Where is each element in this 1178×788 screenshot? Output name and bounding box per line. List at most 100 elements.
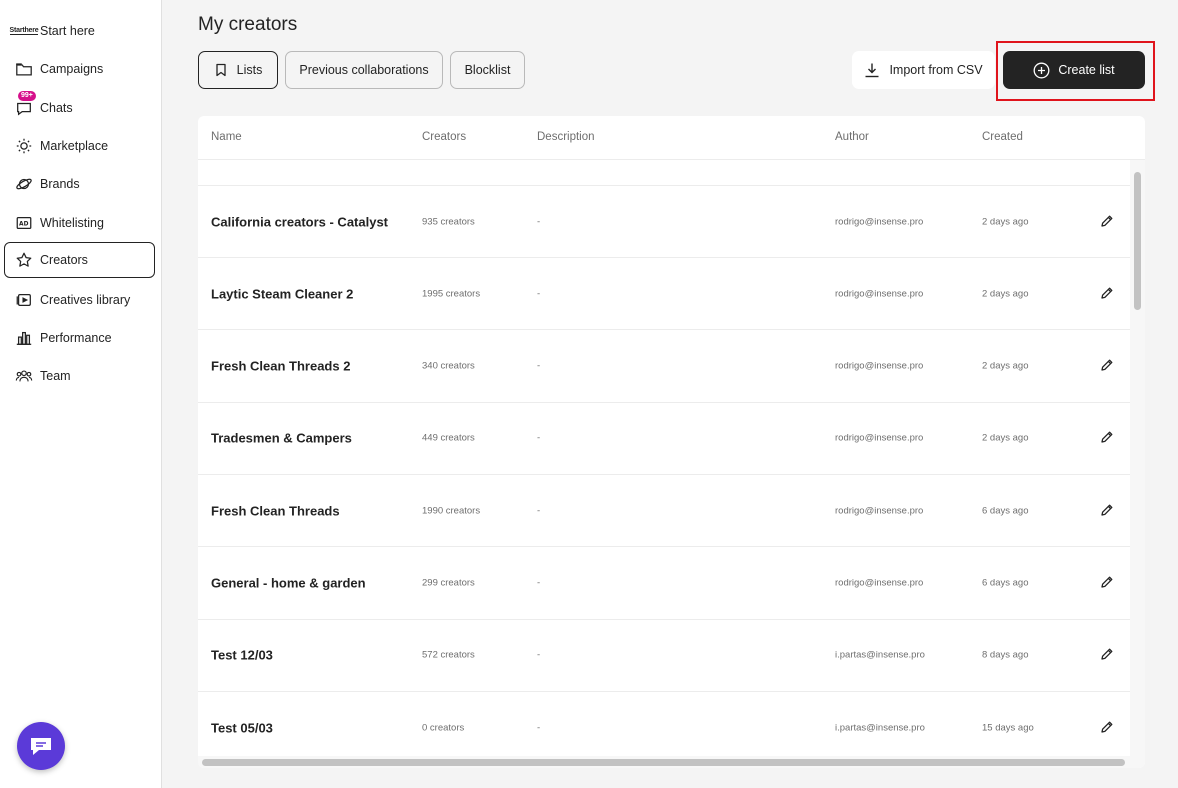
bar-chart-icon	[14, 328, 34, 348]
sidebar-item-start-here[interactable]: Start here Start here	[4, 13, 155, 49]
import-csv-button[interactable]: Import from CSV	[852, 51, 995, 89]
list-author: rodrigo@insense.pro	[835, 216, 924, 227]
video-library-icon	[14, 290, 34, 310]
list-description: -	[537, 577, 541, 589]
creators-count: 299 creators	[422, 577, 475, 589]
list-created: 15 days ago	[982, 722, 1034, 734]
sidebar-item-team[interactable]: Team	[4, 358, 155, 394]
table-row[interactable]: California creators - Catalyst 935 creato…	[198, 186, 1130, 258]
column-header-author[interactable]: Author	[835, 131, 869, 143]
list-author: rodrigo@insense.pro	[835, 432, 924, 444]
support-chat-button[interactable]	[17, 722, 65, 770]
edit-list-button[interactable]	[1100, 575, 1116, 591]
sidebar-item-performance[interactable]: Performance	[4, 320, 155, 356]
table-row[interactable]: Fresh Clean Threads 1990 creators - rodrigo…	[198, 475, 1130, 548]
edit-list-button[interactable]	[1100, 358, 1116, 374]
sidebar-item-label: Marketplace	[40, 139, 109, 153]
ad-icon: AD	[14, 213, 34, 233]
column-header-creators[interactable]: Creators	[422, 131, 466, 143]
table-header: Name Creators Description Author Created	[198, 116, 1145, 160]
pencil-icon	[1101, 648, 1113, 660]
table-row[interactable]: Laytic Steam Cleaner 2 1995 creators - rodr…	[198, 258, 1130, 331]
sidebar-item-label: Performance	[40, 331, 112, 345]
sun-icon	[14, 136, 34, 156]
edit-list-button[interactable]	[1100, 647, 1116, 663]
list-name[interactable]: Test 05/03	[211, 720, 273, 735]
table-row[interactable]: Test 05/03 0 creators - i.partas@insense.pr…	[198, 692, 1130, 765]
list-author: rodrigo@insense.pro	[835, 360, 924, 372]
tab-label: Lists	[236, 63, 263, 77]
chat-icon: 99+	[14, 91, 36, 118]
list-name[interactable]: Tradesmen & Campers	[211, 431, 352, 446]
sidebar-item-chats[interactable]: 99+ Chats	[4, 90, 155, 126]
creators-count: 1990 creators	[422, 505, 481, 517]
folder-icon	[14, 59, 34, 79]
sidebar-item-label: Creatives library	[40, 293, 131, 307]
list-author: rodrigo@insense.pro	[835, 577, 924, 589]
list-name[interactable]: Fresh Clean Threads 2	[211, 359, 350, 374]
edit-list-button[interactable]	[1100, 286, 1116, 302]
edit-list-button[interactable]	[1100, 720, 1116, 736]
table-row[interactable]: Test 12/03 572 creators - i.partas@insense.…	[198, 620, 1130, 692]
list-description: -	[537, 722, 541, 734]
table-row[interactable]: Fresh Clean Threads 2 340 creators - rodrig…	[198, 331, 1130, 403]
list-name[interactable]: Fresh Clean Threads	[211, 503, 340, 518]
table-row[interactable]	[198, 160, 1130, 186]
list-created: 6 days ago	[982, 505, 1029, 517]
pencil-icon	[1101, 359, 1113, 371]
column-header-description[interactable]: Description	[537, 131, 595, 143]
creator-lists-table: Name Creators Description Author Created…	[198, 116, 1145, 768]
tab-label: Blocklist	[464, 63, 511, 77]
list-created: 8 days ago	[982, 649, 1029, 661]
list-description: -	[537, 649, 541, 661]
edit-list-button[interactable]	[1100, 214, 1116, 230]
edit-list-button[interactable]	[1100, 503, 1116, 519]
sidebar-item-campaigns[interactable]: Campaigns	[4, 51, 155, 87]
sidebar-item-creatives-library[interactable]: Creatives library	[4, 282, 155, 318]
sidebar-item-label: Campaigns	[40, 62, 104, 76]
sidebar-item-label: Whitelisting	[40, 216, 104, 230]
pencil-icon	[1101, 504, 1113, 516]
horizontal-scrollbar-thumb[interactable]	[202, 759, 1125, 766]
creators-count: 1995 creators	[422, 288, 481, 300]
pencil-icon	[1101, 287, 1113, 299]
creators-count: 340 creators	[422, 360, 475, 372]
sidebar-item-marketplace[interactable]: Marketplace	[4, 128, 155, 164]
sidebar-item-creators[interactable]: Creators	[4, 242, 155, 278]
sidebar-item-label: Brands	[40, 177, 80, 191]
bookmark-icon	[215, 63, 226, 77]
list-author: rodrigo@insense.pro	[835, 505, 924, 517]
list-name[interactable]: Test 12/03	[211, 648, 273, 663]
pencil-icon	[1101, 721, 1113, 733]
edit-list-button[interactable]	[1100, 430, 1116, 446]
tab-previous-collaborations[interactable]: Previous collaborations	[285, 51, 443, 89]
creators-count: 0 creators	[422, 722, 465, 734]
list-description: -	[537, 432, 541, 444]
list-created: 2 days ago	[982, 216, 1029, 227]
column-header-name[interactable]: Name	[211, 131, 242, 143]
chats-badge: 99+	[18, 91, 36, 101]
table-row[interactable]: Tradesmen & Campers 449 creators - rodrigo@…	[198, 403, 1130, 475]
column-header-created[interactable]: Created	[982, 131, 1023, 143]
list-author: rodrigo@insense.pro	[835, 288, 924, 300]
list-description: -	[537, 216, 541, 227]
list-name[interactable]: Laytic Steam Cleaner 2	[211, 286, 353, 301]
creators-count: 935 creators	[422, 216, 475, 227]
sidebar-item-whitelisting[interactable]: AD Whitelisting	[4, 205, 155, 241]
list-name[interactable]: California creators - Catalyst	[211, 214, 388, 229]
page-title: My creators	[198, 14, 298, 35]
tab-blocklist[interactable]: Blocklist	[450, 51, 525, 89]
vertical-scrollbar-thumb[interactable]	[1134, 172, 1141, 310]
table-row[interactable]: General - home & garden 299 creators - rodr…	[198, 548, 1130, 620]
sidebar-item-brands[interactable]: Brands	[4, 166, 155, 202]
list-author: i.partas@insense.pro	[835, 649, 925, 661]
pencil-icon	[1101, 215, 1113, 227]
import-label: Import from CSV	[889, 63, 983, 77]
list-description: -	[537, 505, 541, 517]
sidebar-item-label: Creators	[40, 253, 88, 267]
tab-label: Previous collaborations	[299, 63, 429, 77]
sidebar-item-label: Start here	[40, 24, 95, 38]
message-icon	[28, 734, 54, 758]
list-name[interactable]: General - home & garden	[211, 576, 366, 591]
tab-lists[interactable]: Lists	[198, 51, 278, 89]
